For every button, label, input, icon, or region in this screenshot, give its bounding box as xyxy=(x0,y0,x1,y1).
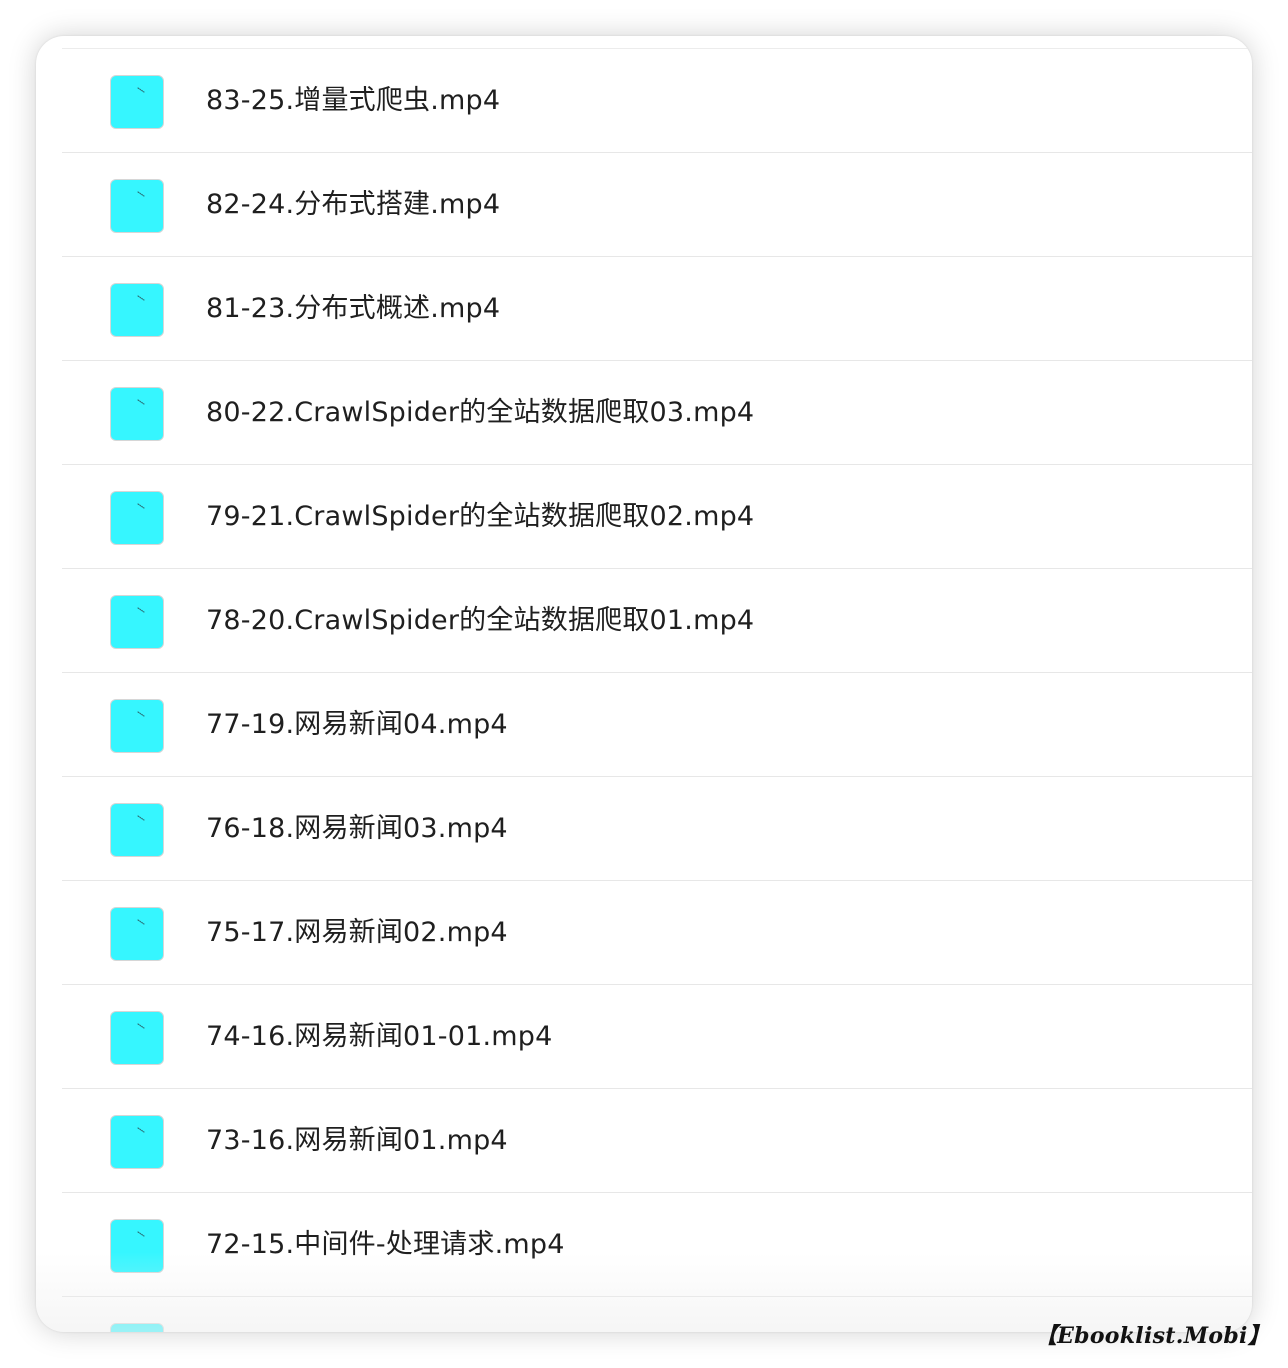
file-name: 78-20.CrawlSpider的全站数据爬取01.mp4 xyxy=(206,605,755,636)
file-row[interactable]: 79-21.CrawlSpider的全站数据爬取02.mp4 xyxy=(36,465,1252,569)
file-row[interactable]: 81-23.分布式概述.mp4 xyxy=(36,257,1252,361)
file-row[interactable]: 74-16.网易新闻01-01.mp4 xyxy=(36,985,1252,1089)
file-row[interactable]: 76-18.网易新闻03.mp4 xyxy=(36,777,1252,881)
file-name: 76-18.网易新闻03.mp4 xyxy=(206,813,508,844)
file-name: 83-25.增量式爬虫.mp4 xyxy=(206,85,501,116)
file-name: 77-19.网易新闻04.mp4 xyxy=(206,709,508,740)
file-row[interactable]: 82-24.分布式搭建.mp4 xyxy=(36,153,1252,257)
video-file-icon xyxy=(110,595,164,649)
video-file-icon xyxy=(110,387,164,441)
file-name: 75-17.网易新闻02.mp4 xyxy=(206,917,508,948)
file-name: 79-21.CrawlSpider的全站数据爬取02.mp4 xyxy=(206,501,755,532)
file-list-window: 83-25.增量式爬虫.mp4 82-24.分布式搭建.mp4 81-23.分布… xyxy=(36,36,1252,1332)
video-file-icon xyxy=(110,179,164,233)
video-file-icon xyxy=(110,803,164,857)
video-file-icon xyxy=(110,75,164,129)
video-file-icon xyxy=(110,907,164,961)
file-name: 80-22.CrawlSpider的全站数据爬取03.mp4 xyxy=(206,397,755,428)
file-row[interactable]: 72-15.中间件-处理请求.mp4 xyxy=(36,1193,1252,1297)
watermark: 【Ebooklist.Mobi】 xyxy=(1034,1323,1270,1349)
file-name: 82-24.分布式搭建.mp4 xyxy=(206,189,501,220)
file-name: 81-23.分布式概述.mp4 xyxy=(206,293,501,324)
video-file-icon xyxy=(110,1115,164,1169)
file-row[interactable]: 73-16.网易新闻01.mp4 xyxy=(36,1089,1252,1193)
video-file-icon xyxy=(110,1323,164,1332)
file-row[interactable]: 80-22.CrawlSpider的全站数据爬取03.mp4 xyxy=(36,361,1252,465)
video-file-icon xyxy=(110,1011,164,1065)
file-row[interactable]: 75-17.网易新闻02.mp4 xyxy=(36,881,1252,985)
file-name: 72-15.中间件-处理请求.mp4 xyxy=(206,1229,565,1260)
file-row[interactable]: 83-25.增量式爬虫.mp4 xyxy=(36,49,1252,153)
video-file-icon xyxy=(110,699,164,753)
file-row[interactable]: 77-19.网易新闻04.mp4 xyxy=(36,673,1252,777)
video-file-icon xyxy=(110,283,164,337)
file-list: 83-25.增量式爬虫.mp4 82-24.分布式搭建.mp4 81-23.分布… xyxy=(36,49,1252,1332)
file-name: 74-16.网易新闻01-01.mp4 xyxy=(206,1021,553,1052)
file-name: 73-16.网易新闻01.mp4 xyxy=(206,1125,508,1156)
file-row[interactable]: 78-20.CrawlSpider的全站数据爬取01.mp4 xyxy=(36,569,1252,673)
video-file-icon xyxy=(110,491,164,545)
video-file-icon xyxy=(110,1219,164,1273)
